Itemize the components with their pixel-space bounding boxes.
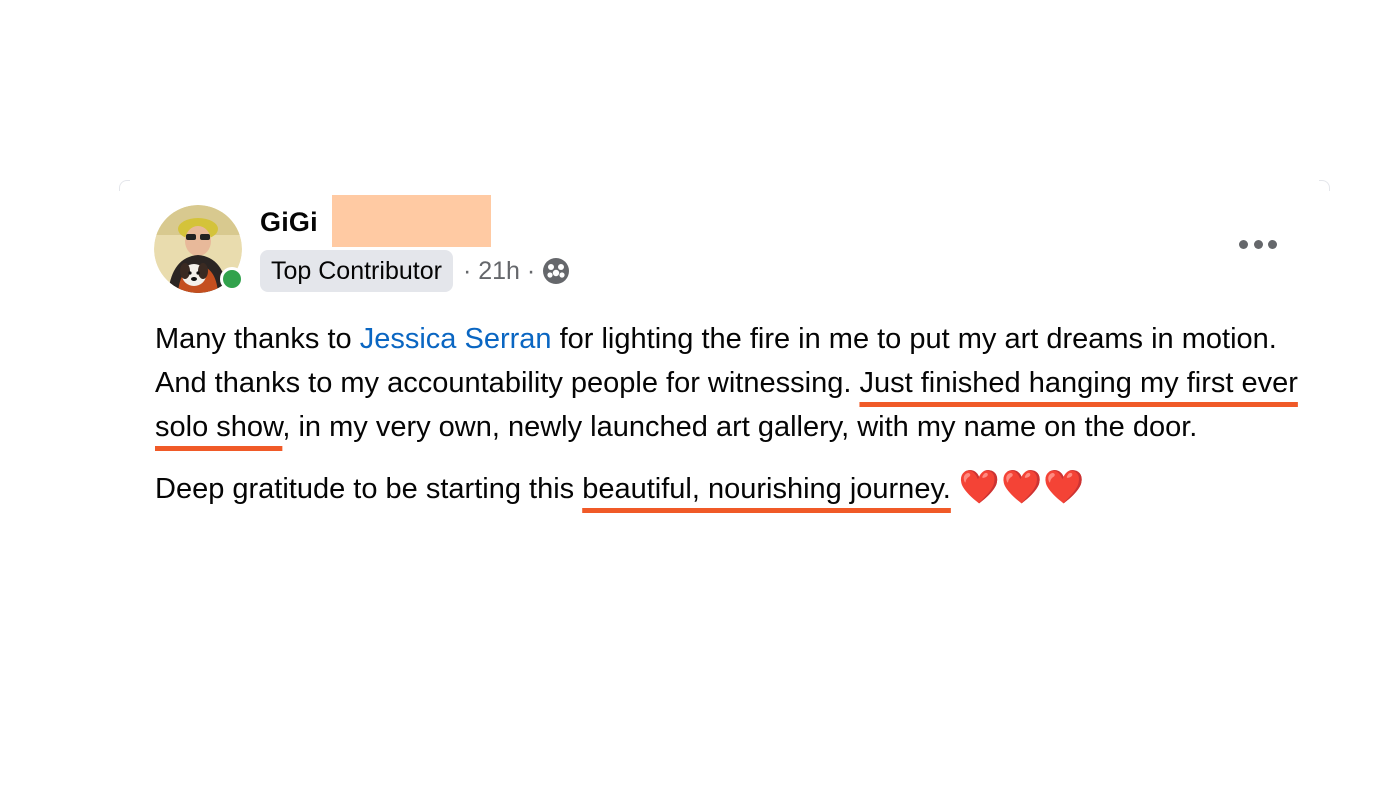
more-dot: [1268, 239, 1277, 249]
card-corner: [1319, 180, 1330, 191]
globe-icon: [543, 258, 570, 284]
post-text-segment: Deep gratitude to be starting this: [155, 473, 583, 505]
mention-link[interactable]: Jessica Serran: [360, 323, 552, 355]
more-dot: [1239, 239, 1248, 249]
online-status-dot: [220, 267, 244, 291]
post-text: Many thanks to Jessica Serran for lighti…: [155, 317, 1305, 511]
redaction-block: [332, 195, 491, 247]
more-options-icon[interactable]: [1239, 237, 1277, 251]
post-text-segment: Many thanks to: [155, 323, 360, 355]
more-dot: [1253, 239, 1263, 249]
highlighted-text: beautiful, nourishing journey.: [582, 473, 951, 505]
author-name[interactable]: GiGi: [260, 207, 318, 238]
top-contributor-badge[interactable]: Top Contributor: [260, 250, 453, 292]
card-corner: [119, 180, 130, 191]
avatar[interactable]: [154, 205, 244, 293]
post-meta: Top Contributor · 21h ·: [260, 250, 571, 292]
heart-emoji: ❤️❤️❤️: [958, 468, 1086, 505]
post-timestamp[interactable]: · 21h ·: [463, 257, 535, 286]
post-paragraph-1: Many thanks to Jessica Serran for lighti…: [155, 317, 1305, 449]
post-card: GiGi Top Contributor · 21h · Many thanks…: [119, 180, 1330, 600]
post-text-segment: , in my very own, newly launched art gal…: [282, 411, 1198, 443]
post-paragraph-2: Deep gratitude to be starting this beaut…: [155, 465, 1305, 511]
